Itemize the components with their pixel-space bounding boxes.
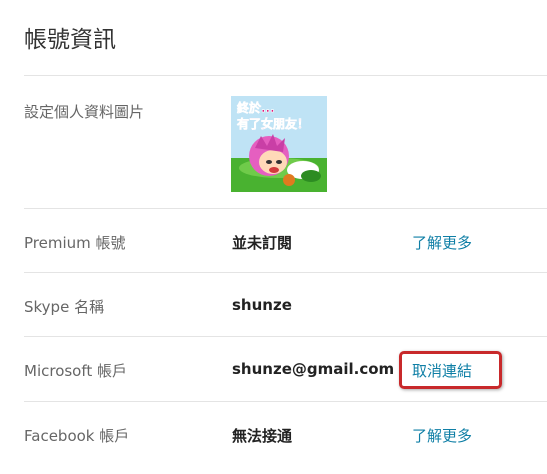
avatar[interactable]: 終於... 有了女朋友！ <box>231 96 327 192</box>
facebook-account-label: Facebook 帳戶 <box>24 427 130 445</box>
skype-name-value: shunze <box>232 296 292 314</box>
premium-learn-more-link[interactable]: 了解更多 <box>412 232 472 253</box>
svg-text:終於...: 終於... <box>237 100 275 115</box>
facebook-learn-more-link[interactable]: 了解更多 <box>412 425 472 446</box>
divider <box>24 272 547 273</box>
premium-status-value: 並未訂閱 <box>232 234 293 252</box>
highlight-box <box>399 351 502 389</box>
microsoft-account-value: shunze@gmail.com <box>232 360 395 378</box>
divider <box>24 208 547 209</box>
skype-name-label: Skype 名稱 <box>24 298 105 316</box>
facebook-status-value: 無法接通 <box>232 427 293 445</box>
svg-text:有了女朋友！: 有了女朋友！ <box>237 116 309 131</box>
premium-account-label: Premium 帳號 <box>24 234 126 252</box>
profile-picture-label: 設定個人資料圖片 <box>24 103 145 121</box>
divider <box>24 336 547 337</box>
divider <box>24 75 547 76</box>
divider <box>24 401 547 402</box>
page-title: 帳號資訊 <box>24 27 116 53</box>
avatar-image: 終於... 有了女朋友！ <box>231 96 327 192</box>
microsoft-account-label: Microsoft 帳戶 <box>24 362 128 380</box>
